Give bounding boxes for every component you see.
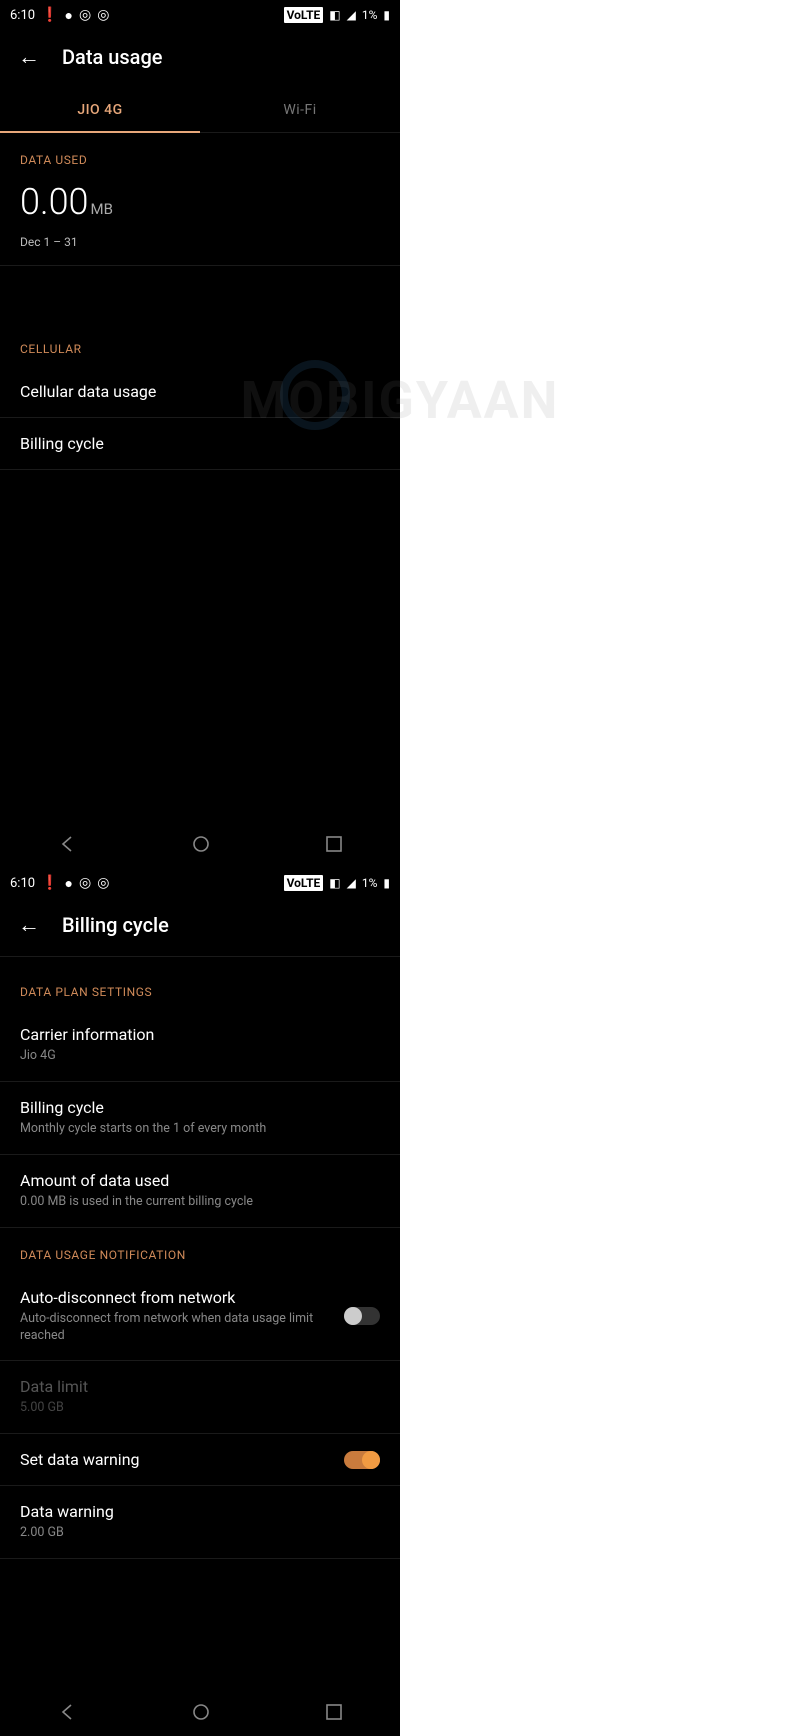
section-header-cellular: CELLULAR [0,322,400,366]
item-data-limit: Data limit 5.00 GB [0,1361,400,1434]
battery-pct: 1% [362,8,378,22]
battery-icon: ▮ [383,8,390,22]
item-cellular-data-usage[interactable]: Cellular data usage [0,366,400,418]
battery-alert-icon: ❗ [41,7,58,23]
toggle-auto-disconnect[interactable] [344,1307,380,1325]
volte-badge: VoLTE [284,7,324,23]
nav-back-icon[interactable] [57,834,77,854]
section-header-data-plan: DATA PLAN SETTINGS [0,957,400,1009]
item-auto-disconnect[interactable]: Auto-disconnect from network Auto-discon… [0,1272,400,1362]
page-title: Billing cycle [62,913,169,937]
nav-home-icon[interactable] [191,834,211,854]
vibrate-icon: ◧ [329,876,340,890]
instagram-icon: ◎ [79,7,91,23]
nav-recent-icon[interactable] [325,1703,343,1721]
screen-data-usage: 6:10 ❗ ● ◎ ◎ VoLTE ◧ ◢ 1% ▮ ← Data usage… [0,0,400,868]
spotify-icon: ● [65,875,73,892]
data-used-unit: MB [91,200,113,218]
page-title: Data usage [62,45,163,69]
data-used-block[interactable]: 0.00 MB Dec 1 – 31 [0,177,400,266]
data-used-range: Dec 1 – 31 [20,235,380,249]
status-bar: 6:10 ❗ ● ◎ ◎ VoLTE ◧ ◢ 1% ▮ [0,0,400,30]
tabs: JIO 4G Wi-Fi [0,88,400,133]
item-amount-data-used[interactable]: Amount of data used 0.00 MB is used in t… [0,1155,400,1228]
section-header-data-used: DATA USED [0,133,400,177]
item-billing-cycle[interactable]: Billing cycle [0,418,400,470]
tab-jio-4g[interactable]: JIO 4G [0,88,200,132]
section-header-notification: DATA USAGE NOTIFICATION [0,1228,400,1272]
item-billing-cycle-setting[interactable]: Billing cycle Monthly cycle starts on th… [0,1082,400,1155]
vibrate-icon: ◧ [329,8,340,22]
signal-icon: ◢ [347,876,356,890]
data-used-value: 0.00 [20,181,89,223]
instagram-icon: ◎ [79,875,91,891]
volte-badge: VoLTE [284,875,324,891]
status-time: 6:10 [10,8,35,23]
instagram-icon: ◎ [97,875,109,891]
tab-wifi[interactable]: Wi-Fi [200,88,400,132]
item-carrier-information[interactable]: Carrier information Jio 4G [0,1009,400,1082]
nav-bar [0,1688,400,1736]
back-arrow-icon[interactable]: ← [18,912,40,938]
nav-home-icon[interactable] [191,1702,211,1722]
item-data-warning[interactable]: Data warning 2.00 GB [0,1486,400,1559]
app-bar: ← Data usage [0,30,400,88]
screen-billing-cycle: 6:10 ❗ ● ◎ ◎ VoLTE ◧ ◢ 1% ▮ ← Billing cy… [0,868,400,1736]
nav-bar [0,820,400,868]
signal-icon: ◢ [347,8,356,22]
instagram-icon: ◎ [97,7,109,23]
item-set-data-warning[interactable]: Set data warning [0,1434,400,1486]
battery-pct: 1% [362,876,378,890]
back-arrow-icon[interactable]: ← [18,44,40,70]
toggle-set-data-warning[interactable] [344,1451,380,1469]
spotify-icon: ● [65,7,73,24]
status-time: 6:10 [10,876,35,891]
battery-alert-icon: ❗ [41,875,58,891]
status-bar: 6:10 ❗ ● ◎ ◎ VoLTE ◧ ◢ 1% ▮ [0,868,400,898]
nav-back-icon[interactable] [57,1702,77,1722]
battery-icon: ▮ [383,876,390,890]
app-bar: ← Billing cycle [0,898,400,956]
nav-recent-icon[interactable] [325,835,343,853]
